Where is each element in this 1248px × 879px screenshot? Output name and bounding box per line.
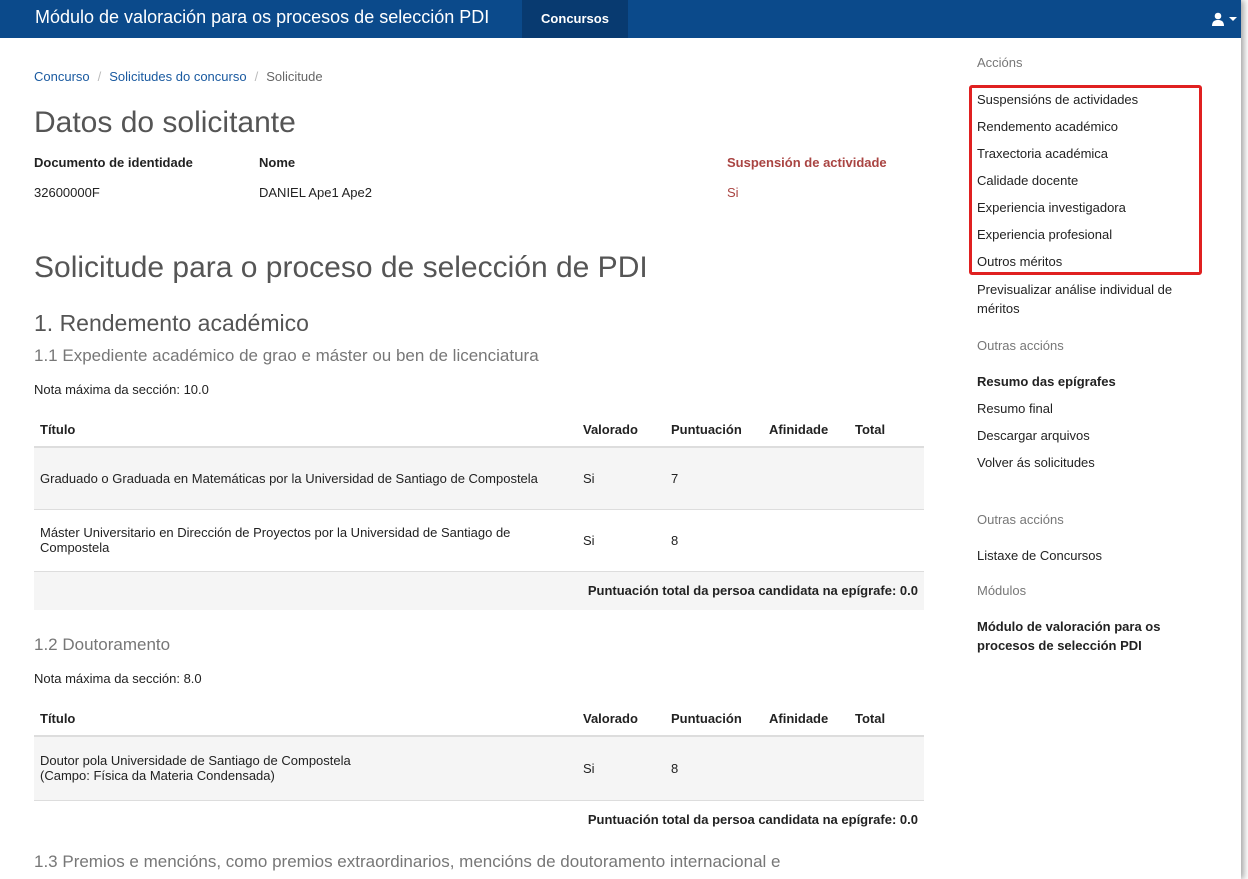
actions-highlight-box [969, 85, 1202, 275]
breadcrumb-current: Solicitude [266, 69, 323, 84]
link-module-valoracion[interactable]: Módulo de valoración para os procesos de… [977, 619, 1160, 653]
row-total [849, 446, 924, 509]
section-1-2-max-note: Nota máxima da sección: 8.0 [34, 671, 202, 686]
row-title: Doutor pola Universidade de Santiago de … [34, 735, 577, 800]
module-line-2: procesos de selección PDI [977, 638, 1142, 653]
row-total [849, 508, 924, 571]
section-1-1-title: 1.1 Expediente académico de grao e máste… [34, 346, 539, 365]
link-volver-solicitudes[interactable]: Volver ás solicitudes [977, 455, 1095, 470]
section-1-3-title: 1.3 Premios e mencións, como premios ext… [34, 852, 781, 871]
col-puntuacion: Puntuación [665, 701, 763, 737]
link-resumo-epigrafes[interactable]: Resumo das epígrafes [977, 374, 1116, 389]
col-valorado: Valorado [577, 701, 665, 737]
row-afinidade [763, 446, 849, 509]
row-title: Graduado o Graduada en Matemáticas por l… [34, 446, 577, 509]
name-label: Nome [259, 155, 296, 170]
doc-label: Documento de identidade [34, 155, 193, 170]
breadcrumb: Concurso / Solicitudes do concurso / Solicit… [34, 69, 323, 84]
tab-concursos[interactable]: Concursos [522, 0, 628, 38]
modules-heading: Módulos [977, 583, 1027, 598]
col-total: Total [849, 412, 924, 448]
table-footer: Puntuación total da persoa candidata na … [34, 570, 924, 610]
other-actions-heading: Outras accións [977, 338, 1064, 353]
link-listaxe-concursos[interactable]: Listaxe de Concursos [977, 548, 1102, 563]
action-preview-analysis[interactable]: Previsualizar análise individual de méri… [977, 282, 1172, 316]
actions-heading: Accións [977, 55, 1023, 70]
user-icon [1212, 12, 1224, 26]
table-row: Graduado o Graduada en Matemáticas por l… [34, 446, 924, 509]
col-afinidade: Afinidade [763, 701, 849, 737]
other-actions-heading-2: Outras accións [977, 512, 1064, 527]
section-total: Puntuación total da persoa candidata na … [34, 799, 924, 839]
row-total [849, 735, 924, 800]
breadcrumb-separator: / [254, 69, 259, 84]
application-title: Solicitude para o proceso de selección d… [34, 251, 648, 284]
col-valorado: Valorado [577, 412, 665, 448]
applicant-title: Datos do solicitante [34, 106, 296, 139]
link-descargar-arquivos[interactable]: Descargar arquivos [977, 428, 1090, 443]
chevron-down-icon [1229, 17, 1237, 21]
section-1-1-max-note: Nota máxima da sección: 10.0 [34, 382, 209, 397]
col-afinidade: Afinidade [763, 412, 849, 448]
row-title: Máster Universitario en Dirección de Pro… [34, 508, 577, 571]
section-1-1-table: Título Valorado Puntuación Afinidade Tot… [34, 412, 924, 610]
page-frame: Módulo de valoración para os procesos de… [0, 0, 1241, 879]
top-navbar: Módulo de valoración para os procesos de… [0, 0, 1241, 38]
row-puntuacion: 8 [665, 735, 763, 800]
row-valorado: Si [577, 735, 665, 800]
table-row: Máster Universitario en Dirección de Pro… [34, 508, 924, 571]
row-valorado: Si [577, 446, 665, 509]
section-1-title: 1. Rendemento académico [34, 310, 309, 336]
col-puntuacion: Puntuación [665, 412, 763, 448]
row-afinidade [763, 508, 849, 571]
breadcrumb-separator: / [97, 69, 102, 84]
col-total: Total [849, 701, 924, 737]
section-1-2-table: Título Valorado Puntuación Afinidade Tot… [34, 701, 924, 839]
breadcrumb-concurso[interactable]: Concurso [34, 69, 90, 84]
breadcrumb-solicitudes[interactable]: Solicitudes do concurso [109, 69, 246, 84]
table-footer: Puntuación total da persoa candidata na … [34, 799, 924, 839]
preview-line-2: méritos [977, 301, 1020, 316]
module-line-1: Módulo de valoración para os [977, 619, 1161, 634]
col-titulo: Título [34, 412, 577, 448]
row-title-line-1: Doutor pola Universidade de Santiago de … [40, 753, 351, 769]
table-row: Doutor pola Universidade de Santiago de … [34, 735, 924, 800]
suspension-label: Suspensión de actividade [727, 155, 887, 170]
doc-value: 32600000F [34, 185, 100, 200]
section-1-2-title: 1.2 Doutoramento [34, 635, 171, 654]
user-menu[interactable] [1197, 0, 1237, 38]
section-total: Puntuación total da persoa candidata na … [34, 570, 924, 610]
row-afinidade [763, 735, 849, 800]
name-value: DANIEL Ape1 Ape2 [259, 185, 372, 200]
brand-title[interactable]: Módulo de valoración para os procesos de… [35, 7, 489, 28]
preview-line-1: Previsualizar análise individual de [977, 282, 1173, 297]
row-puntuacion: 8 [665, 508, 763, 571]
link-resumo-final[interactable]: Resumo final [977, 401, 1053, 416]
col-titulo: Título [34, 701, 577, 737]
row-puntuacion: 7 [665, 446, 763, 509]
row-valorado: Si [577, 508, 665, 571]
row-title-line-2: (Campo: Física da Materia Condensada) [40, 768, 275, 784]
suspension-value: Si [727, 185, 739, 200]
